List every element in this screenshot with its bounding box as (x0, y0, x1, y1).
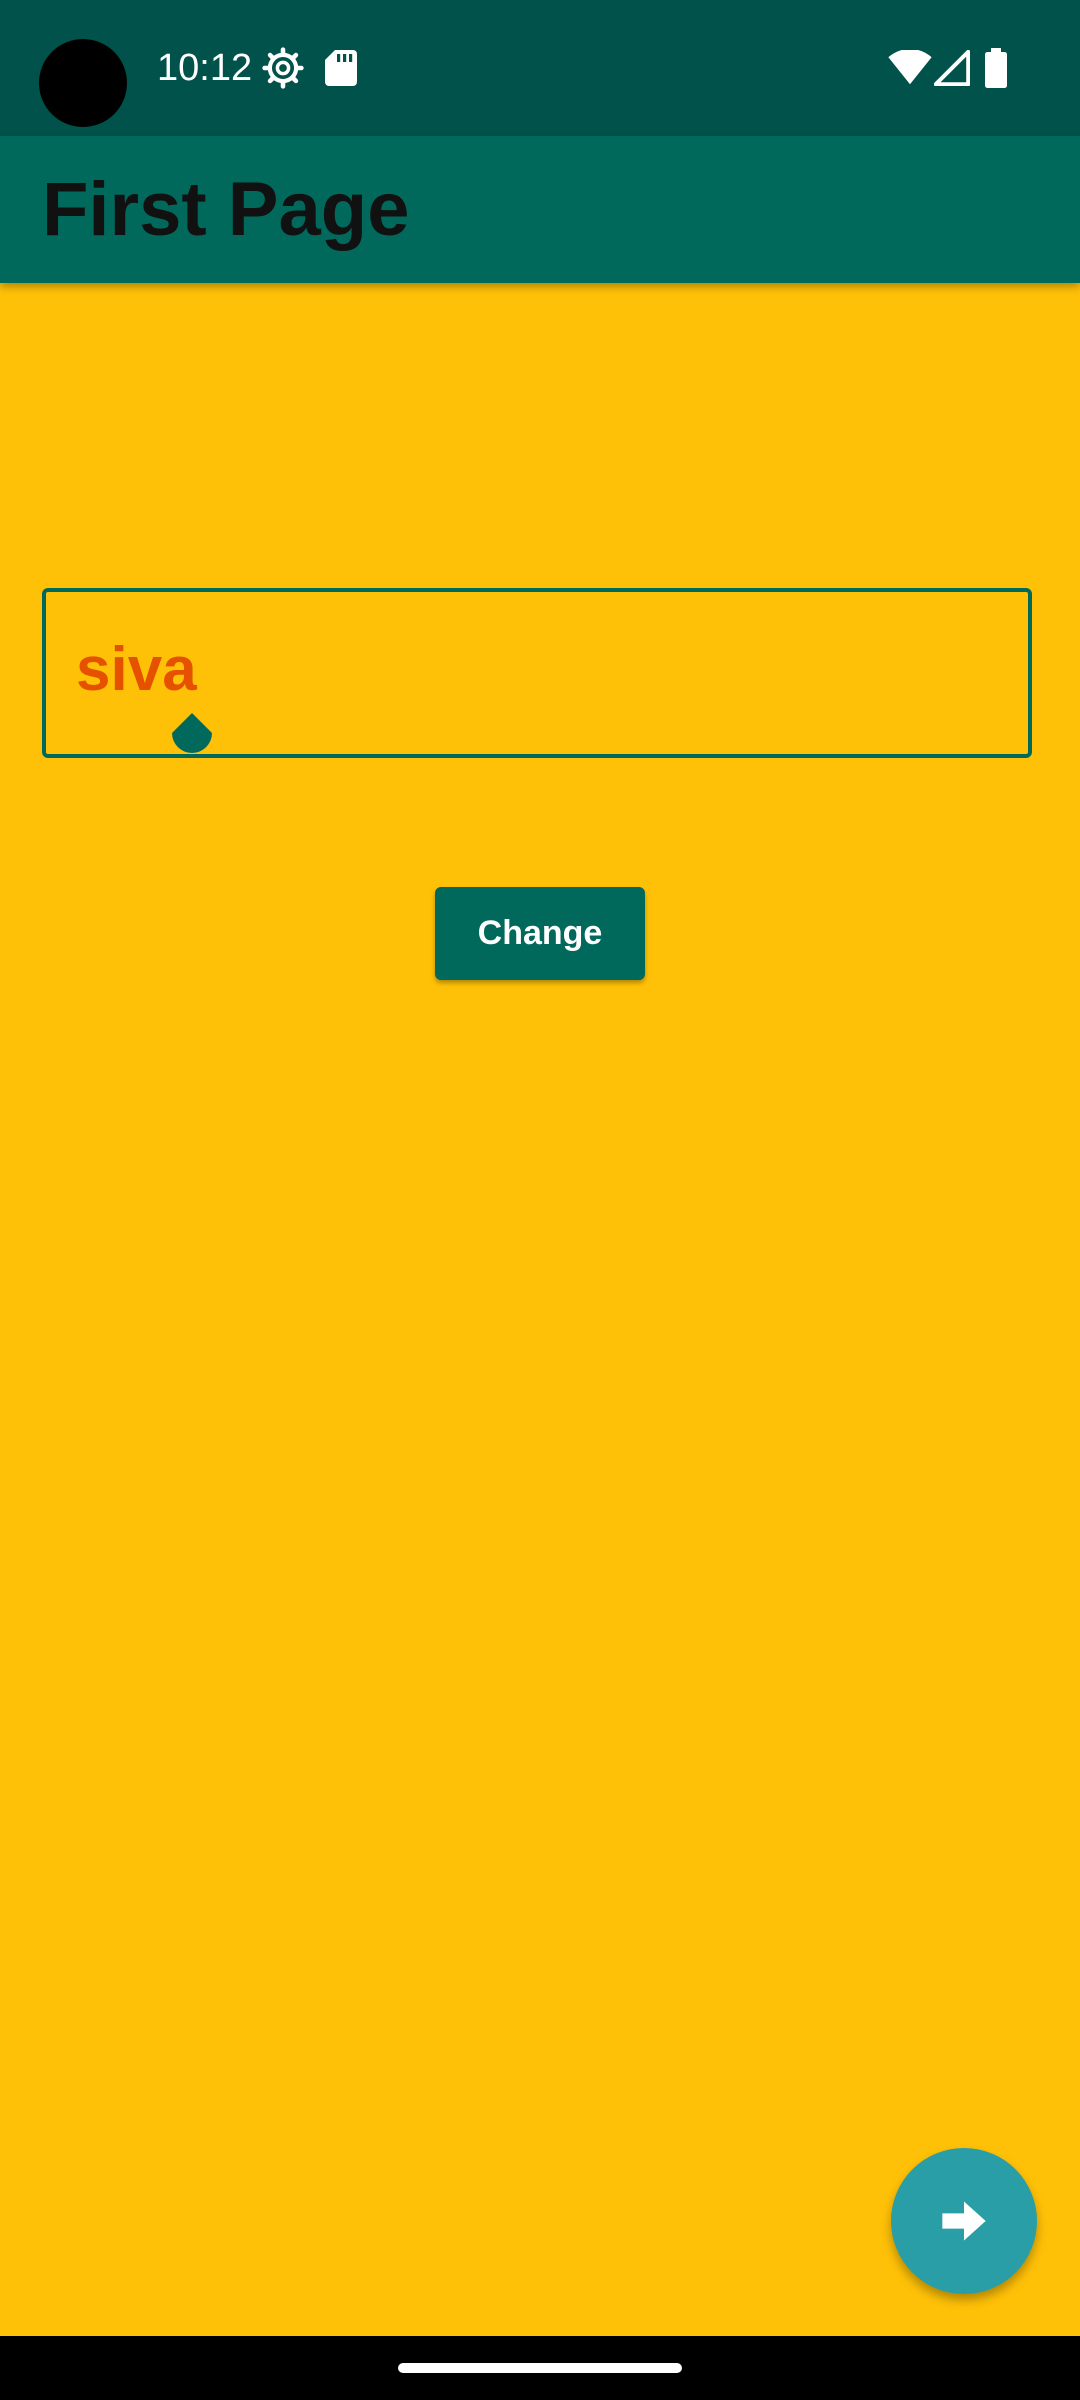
settings-icon (262, 47, 304, 89)
page-title: First Page (42, 167, 410, 252)
wifi-icon (888, 50, 932, 85)
home-indicator[interactable] (398, 2363, 682, 2373)
signal-icon (934, 50, 970, 86)
sd-card-icon (325, 50, 357, 86)
text-cursor-handle[interactable] (163, 713, 221, 771)
app-bar: First Page (0, 136, 1080, 283)
camera-cutout (39, 39, 127, 127)
status-time: 10:12 (157, 47, 253, 89)
name-input-field[interactable]: siva (42, 588, 1032, 758)
arrow-forward-icon (942, 2201, 986, 2241)
name-input-value[interactable]: siva (76, 634, 197, 706)
battery-icon (985, 48, 1007, 88)
change-button[interactable]: Change (435, 887, 645, 980)
next-page-fab[interactable] (891, 2148, 1037, 2294)
screen: 10:12 First Page siva Change (0, 0, 1080, 2400)
navigation-bar (0, 2336, 1080, 2400)
status-bar: 10:12 (0, 0, 1080, 136)
